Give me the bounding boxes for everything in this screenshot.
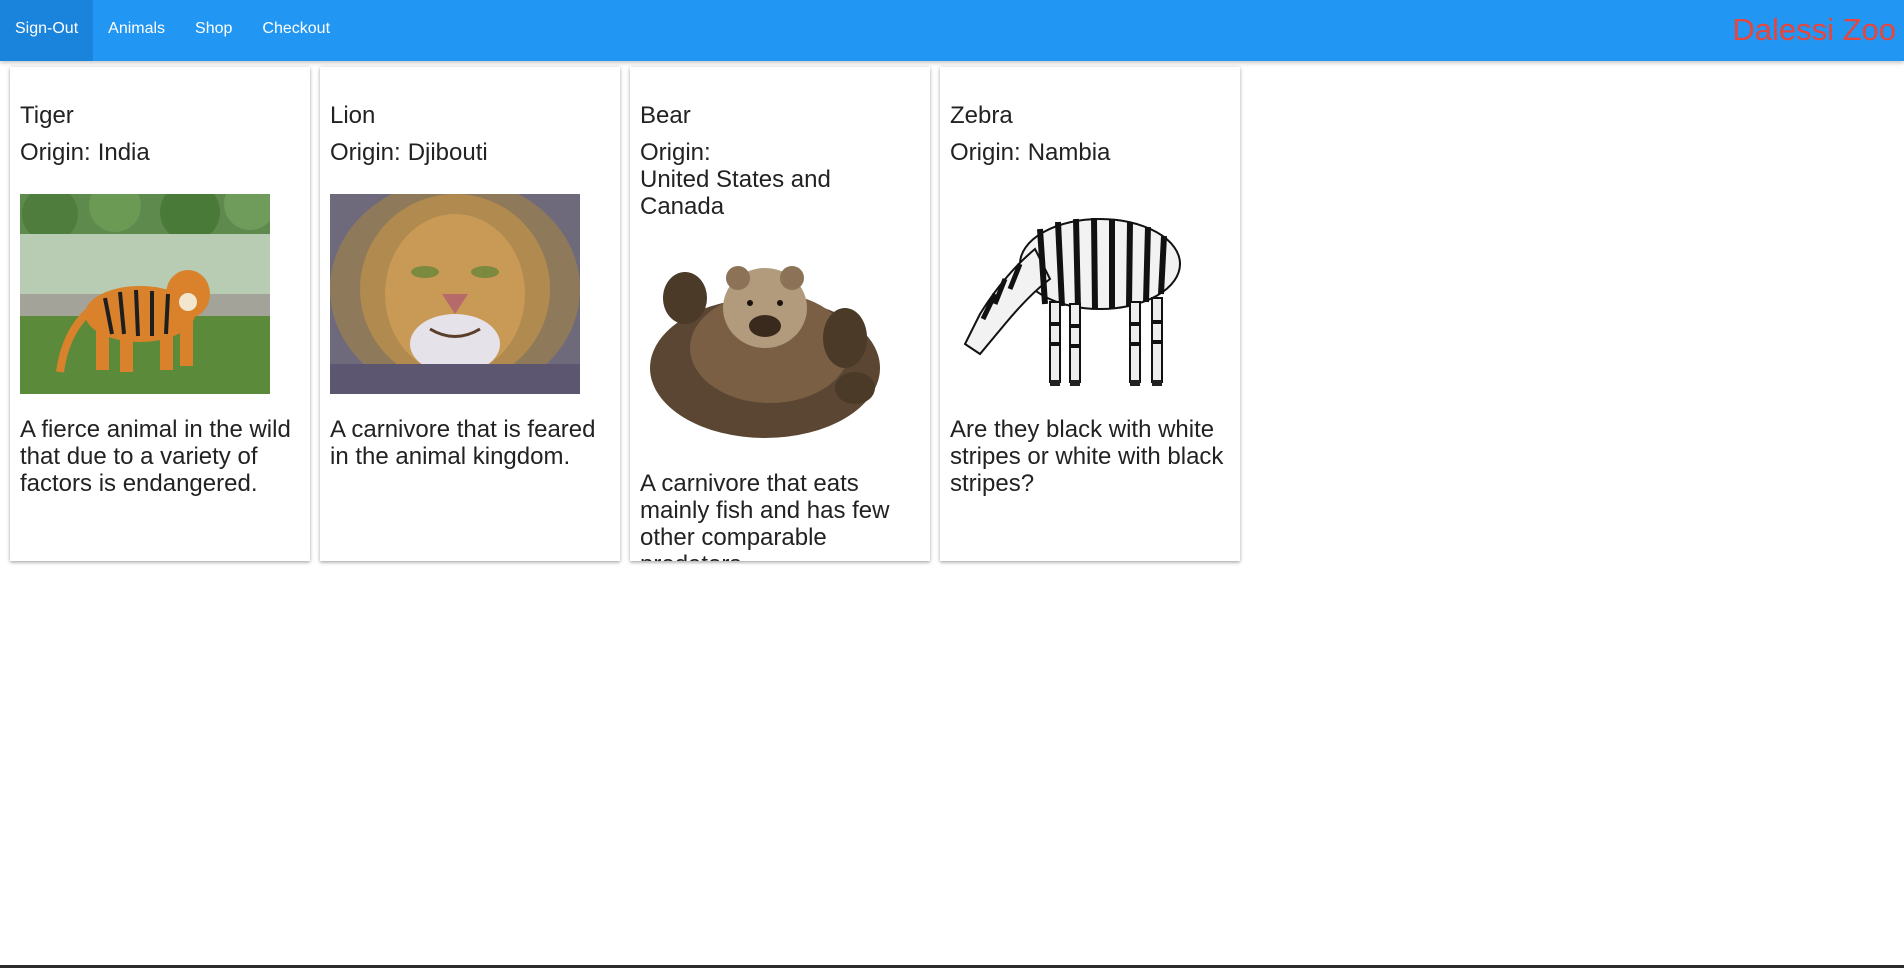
nav-sign-out[interactable]: Sign-Out (0, 0, 94, 61)
brand-title[interactable]: Dalessi Zoo (1732, 10, 1896, 50)
animal-cards: Tiger Origin: India A fierce animal in th… (10, 67, 1240, 561)
animal-origin: Origin: India (20, 139, 300, 166)
animal-name: Lion (330, 102, 376, 129)
nav-animals[interactable]: Animals (93, 0, 180, 61)
top-navbar: Sign-Out Animals Shop Checkout Dalessi Z… (0, 0, 1904, 61)
tiger-image (20, 194, 270, 394)
animal-origin: Origin: Nambia (950, 139, 1230, 166)
animal-origin: Origin: Djibouti (330, 139, 610, 166)
animal-description: Are they black with white stripes or whi… (950, 416, 1224, 497)
animal-description: A carnivore that is feared in the animal… (330, 416, 596, 470)
animal-description: A fierce animal in the wild that due to … (20, 416, 291, 497)
origin-label: Origin: (20, 139, 91, 166)
animal-origin: Origin: United States and Canada (640, 139, 920, 220)
origin-label: Origin: (330, 139, 401, 166)
animal-card-bear: Bear Origin: United States and Canada A c… (630, 67, 930, 561)
animal-card-tiger: Tiger Origin: India A fierce animal in th… (10, 67, 310, 561)
lion-image (330, 194, 580, 394)
animal-card-zebra: Zebra Origin: Nambia Are they black with … (940, 67, 1240, 561)
origin-value: Djibouti (407, 139, 488, 166)
animal-name: Zebra (950, 102, 1013, 129)
zebra-image (950, 194, 1200, 394)
bear-image (640, 248, 890, 448)
animal-description: A carnivore that eats mainly fish and ha… (640, 470, 890, 561)
animal-name: Tiger (20, 102, 74, 129)
nav-menu: Sign-Out Animals Shop Checkout (0, 0, 345, 61)
nav-checkout[interactable]: Checkout (247, 0, 345, 61)
origin-value: United States and Canada (640, 166, 831, 220)
animal-name: Bear (640, 102, 691, 129)
origin-label: Origin: (640, 139, 711, 166)
origin-value: Nambia (1027, 139, 1111, 166)
origin-label: Origin: (950, 139, 1021, 166)
nav-shop[interactable]: Shop (180, 0, 247, 61)
origin-value: India (97, 139, 150, 166)
animal-card-lion: Lion Origin: Djibouti A carnivore that is… (320, 67, 620, 561)
